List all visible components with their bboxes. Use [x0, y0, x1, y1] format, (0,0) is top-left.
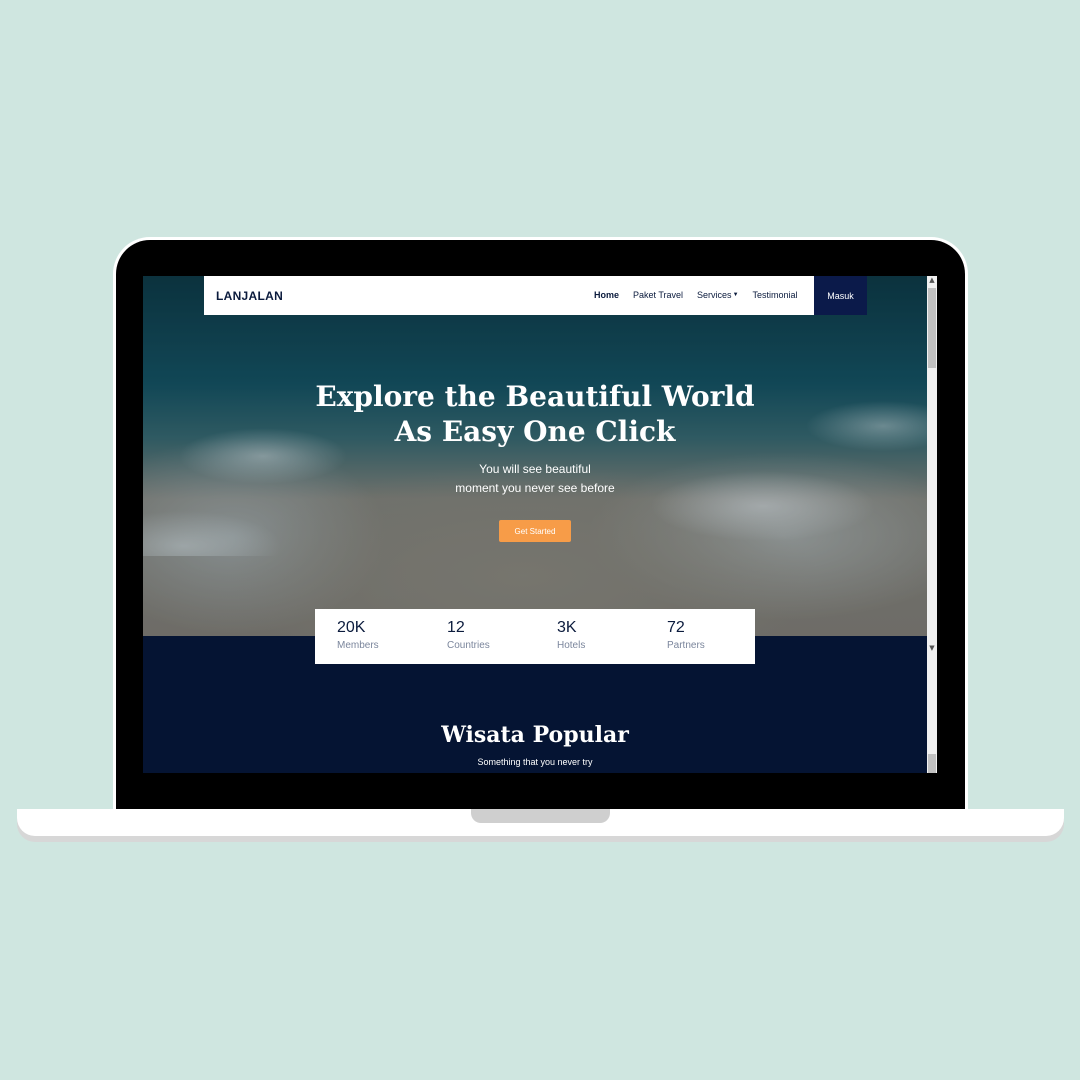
navbar: LANJALAN Home Paket Travel Services▼ Tes… [204, 276, 867, 315]
stat-countries: 12 Countries [425, 609, 535, 664]
hero-overlay [143, 276, 927, 636]
scrollbar[interactable]: ▲ ▼ [927, 276, 937, 773]
section-subtitle: Something that you never try [477, 757, 593, 767]
stat-value: 12 [447, 619, 465, 636]
chevron-down-icon[interactable]: ▼ [927, 644, 937, 652]
stat-label: Hotels [557, 640, 586, 651]
get-started-button[interactable]: Get Started [499, 520, 571, 542]
stats-card: 20K Members 12 Countries 3K Hotels 72 Pa… [315, 609, 755, 664]
nav-link-home[interactable]: Home [594, 290, 619, 300]
hero-title-line-1: Explore the Beautiful World [315, 380, 755, 413]
hero-title-line-2: As Easy One Click [394, 415, 676, 448]
stat-label: Members [337, 640, 379, 651]
nav-link-services[interactable]: Services▼ [697, 290, 738, 300]
laptop-screen: LANJALAN Home Paket Travel Services▼ Tes… [143, 276, 937, 773]
stat-label: Countries [447, 640, 490, 651]
laptop-notch [471, 809, 610, 823]
stat-hotels: 3K Hotels [535, 609, 645, 664]
stat-value: 20K [337, 619, 366, 636]
hero-title: Explore the Beautiful World As Easy One … [293, 379, 777, 449]
stat-members: 20K Members [315, 609, 425, 664]
stat-value: 72 [667, 619, 685, 636]
stat-value: 3K [557, 619, 577, 636]
stat-partners: 72 Partners [645, 609, 755, 664]
hero-subtitle-line-1: You will see beautiful [479, 462, 591, 476]
scrollbar-track-lower [928, 754, 936, 773]
nav-link-paket-travel[interactable]: Paket Travel [633, 290, 683, 300]
scrollbar-thumb[interactable] [928, 288, 936, 368]
hero-subtitle: You will see beautiful moment you never … [383, 460, 687, 498]
nav-links: Home Paket Travel Services▼ Testimonial [594, 290, 812, 300]
hero-subtitle-line-2: moment you never see before [455, 481, 615, 495]
nav-link-testimonial[interactable]: Testimonial [753, 290, 798, 300]
login-button[interactable]: Masuk [814, 276, 867, 315]
stat-label: Partners [667, 640, 705, 651]
caret-down-icon: ▼ [732, 292, 739, 298]
nav-link-services-label: Services [697, 290, 732, 300]
brand-logo[interactable]: LANJALAN [216, 289, 283, 303]
section-title: Wisata Popular [441, 722, 629, 748]
chevron-up-icon[interactable]: ▲ [927, 276, 937, 284]
